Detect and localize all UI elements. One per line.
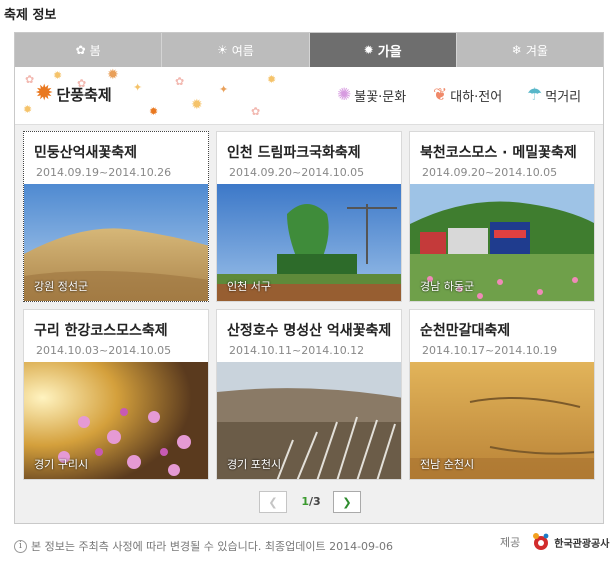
festival-location: 인천 서구 [227, 280, 271, 293]
leaf-decoration-icon: ✹ [149, 105, 159, 118]
total-pages: /3 [308, 495, 321, 508]
category-food[interactable]: ☂ 먹거리 [527, 85, 582, 106]
tab-spring-label: 봄 [89, 43, 101, 58]
festival-card[interactable]: 산정호수 명성산 억새꽃축제 2014.10.11~2014.10.12 경기 … [216, 309, 402, 480]
pagination: ❮ 1/3 ❯ [259, 491, 361, 515]
info-icon: i [14, 539, 27, 553]
page-title: 축제 정보 [4, 8, 57, 23]
leaf-decoration-icon: ✹ [53, 69, 63, 82]
prev-page-button[interactable]: ❮ [259, 491, 287, 513]
category-shrimp-gizzard[interactable]: ❦ 대하·전어 [433, 85, 503, 106]
leaf-decoration-icon: ✹ [107, 67, 119, 83]
festival-card[interactable]: 북천코스모스 · 메밀꽃축제 2014.09.20~2014.10.05 경남 … [409, 131, 595, 302]
festival-title: 북천코스모스 · 메밀꽃축제 [420, 145, 577, 161]
shrimp-icon: ❦ [433, 85, 448, 105]
kto-logo-icon [533, 533, 549, 550]
sun-icon: ☀ [216, 43, 228, 57]
mushroom-icon: ☂ [527, 85, 543, 105]
leaf-decoration-icon: ✿ [25, 73, 35, 86]
kto-logo[interactable]: 한국관광공사 [530, 531, 609, 553]
chevron-left-icon: ❮ [268, 495, 278, 509]
notice-text: 본 정보는 주최측 사정에 따라 변경될 수 있습니다. 최종업데이트 2014… [31, 540, 394, 553]
leaf-decoration-icon: ✦ [219, 83, 229, 96]
festival-title: 순천만갈대축제 [420, 323, 511, 339]
tab-spring[interactable]: ✿ 봄 [15, 33, 163, 67]
leaf-decoration-icon: ✹ [267, 73, 277, 86]
leaf-decoration-icon: ✹ [191, 97, 203, 113]
season-tabs: ✿ 봄 ☀ 여름 ✹ 가을 ❄ 겨울 [15, 33, 603, 67]
leaf-decoration-icon: ✿ [175, 75, 185, 88]
festival-card[interactable]: 구리 한강코스모스축제 2014.10.03~2014.10.05 경기 구리시 [23, 309, 209, 480]
tab-winter[interactable]: ❄ 겨울 [456, 33, 603, 67]
festival-dates: 2014.10.17~2014.10.19 [422, 344, 558, 357]
leaf-decoration-icon: ✹ [23, 103, 33, 116]
category-sub-label: 대하·전어 [450, 90, 503, 105]
festival-title: 산정호수 명성산 억새꽃축제 [227, 323, 392, 339]
provider-name: 한국관광공사 [554, 538, 610, 550]
festival-dates: 2014.09.19~2014.10.26 [36, 166, 172, 179]
flower-icon: ✿ [75, 43, 86, 57]
tab-autumn-label: 가을 [377, 44, 402, 60]
category-fireworks-culture[interactable]: ✺ 불꽃·문화 [337, 85, 407, 106]
festival-dates: 2014.10.11~2014.10.12 [229, 344, 365, 357]
festival-dates: 2014.09.20~2014.10.05 [422, 166, 558, 179]
next-page-button[interactable]: ❯ [333, 491, 361, 513]
category-main-label: 단풍축제 [56, 85, 112, 104]
leaf-decoration-icon: ✦ [133, 81, 143, 94]
festival-dates: 2014.09.20~2014.10.05 [229, 166, 365, 179]
tab-winter-label: 겨울 [525, 43, 548, 58]
festival-dates: 2014.10.03~2014.10.05 [36, 344, 172, 357]
festival-location: 경기 포천시 [227, 458, 282, 471]
chevron-right-icon: ❯ [342, 495, 352, 509]
tab-summer-label: 여름 [231, 43, 254, 58]
provider: 제공 한국관광공사 [500, 531, 609, 553]
category-bar: ✿ ✹ ✿ ✹ ✦ ✹ ✿ ✹ ✦ ✿ ✹ ✹ ✹ 단풍축제 ✺ 불꽃·문화 ❦… [15, 67, 603, 125]
festival-title: 구리 한강코스모스축제 [34, 323, 168, 339]
festival-card[interactable]: 민둥산억새꽃축제 2014.09.19~2014.10.26 강원 정선군 [23, 131, 209, 302]
leaf-decoration-icon: ✿ [251, 105, 261, 118]
current-page: 1 [301, 495, 309, 508]
category-sub-label: 먹거리 [545, 90, 582, 105]
festival-card[interactable]: 순천만갈대축제 2014.10.17~2014.10.19 전남 순천시 [409, 309, 595, 480]
festival-location: 전남 순천시 [420, 458, 475, 471]
festival-card[interactable]: 인천 드림파크국화축제 2014.09.20~2014.10.05 인천 서구 [216, 131, 402, 302]
tab-summer[interactable]: ☀ 여름 [162, 33, 310, 67]
festival-title: 인천 드림파크국화축제 [227, 145, 361, 161]
festival-panel: ✿ 봄 ☀ 여름 ✹ 가을 ❄ 겨울 ✿ ✹ ✿ ✹ ✦ ✹ ✿ ✹ ✦ ✿ ✹… [14, 32, 604, 524]
category-sub-label: 불꽃·문화 [354, 90, 407, 105]
maple-leaf-icon: ✹ [363, 43, 374, 57]
tab-autumn[interactable]: ✹ 가을 [309, 33, 457, 67]
page-indicator: 1/3 [293, 495, 329, 508]
snowflake-icon: ❄ [511, 43, 522, 57]
festival-location: 강원 정선군 [34, 280, 89, 293]
provider-label: 제공 [500, 536, 521, 549]
firework-icon: ✺ [337, 85, 352, 105]
footer-notice: i 본 정보는 주최측 사정에 따라 변경될 수 있습니다. 최종업데이트 20… [14, 538, 393, 554]
category-autumn-leaves[interactable]: ✹ 단풍축제 [35, 83, 112, 105]
festival-location: 경기 구리시 [34, 458, 89, 471]
maple-leaf-icon: ✹ [35, 81, 54, 106]
festival-location: 경남 하동군 [420, 280, 475, 293]
festival-title: 민둥산억새꽃축제 [34, 145, 138, 161]
